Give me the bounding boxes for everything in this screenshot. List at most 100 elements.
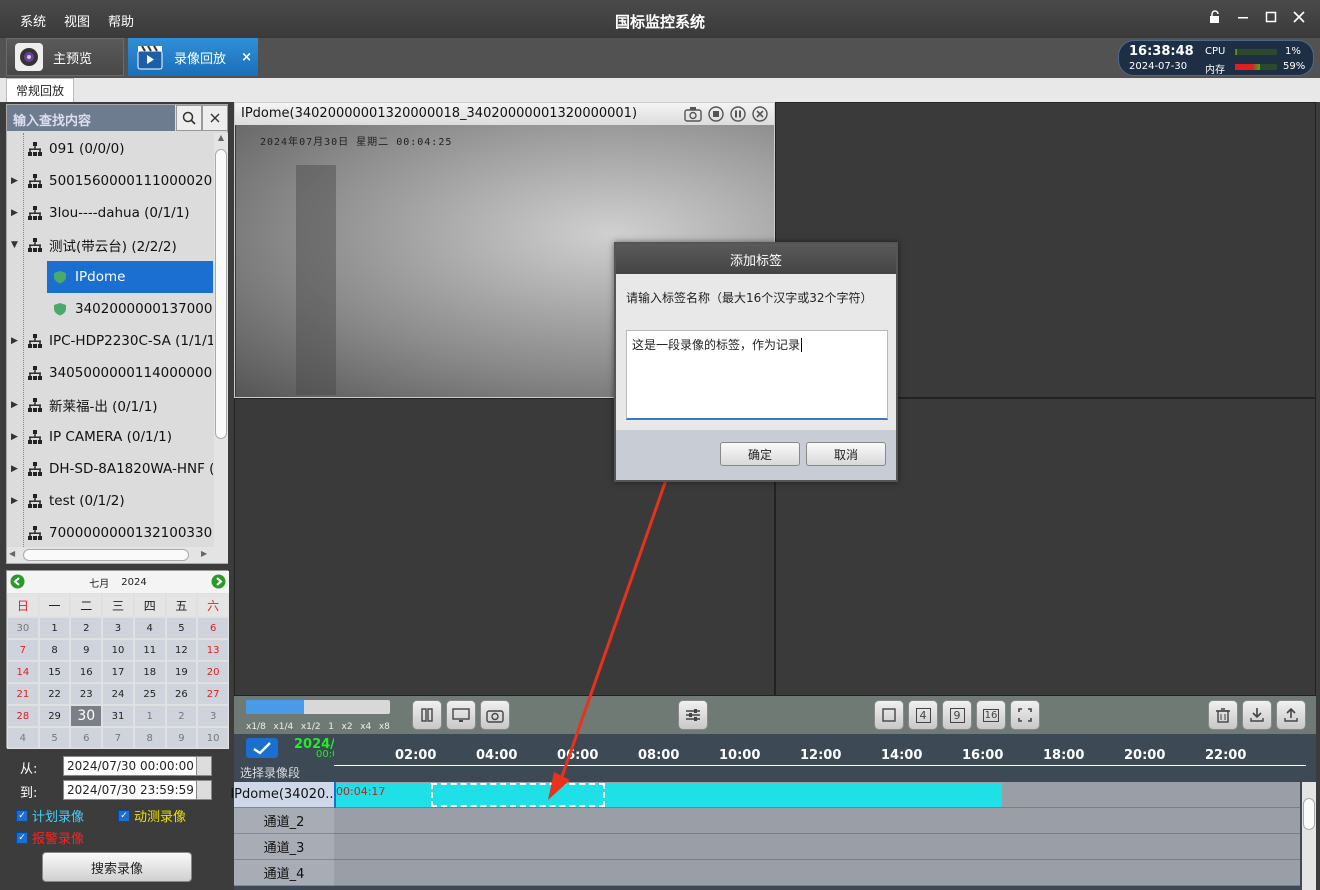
calendar-month[interactable]: 七月 [89, 575, 109, 590]
checkbox-scheduled[interactable]: ✓ 计划录像 [16, 806, 84, 825]
calendar-day[interactable]: 10 [102, 639, 134, 661]
calendar-day[interactable]: 27 [197, 683, 229, 705]
calendar-day[interactable]: 7 [102, 727, 134, 749]
tree-item[interactable]: ▶ DH-SD-8A1820WA-HNF (0 [11, 453, 213, 485]
timeline-row-label[interactable]: IPdome(34020... [230, 782, 338, 808]
settings-sliders-icon[interactable] [678, 700, 708, 730]
calendar-day[interactable]: 19 [165, 661, 198, 683]
calendar-day[interactable]: 5 [165, 617, 198, 639]
pause-icon[interactable] [730, 106, 746, 126]
fullscreen-icon[interactable] [1010, 700, 1040, 730]
calendar-day[interactable]: 5 [38, 727, 71, 749]
prev-month-icon[interactable] [10, 574, 25, 592]
calendar-day[interactable]: 16 [70, 661, 103, 683]
expand-arrow-icon[interactable]: ▼ [11, 240, 21, 250]
expand-arrow-icon[interactable]: ▶ [11, 176, 21, 186]
layout-16-icon[interactable]: 16 [976, 700, 1006, 730]
calendar-day[interactable]: 24 [102, 683, 134, 705]
calendar-day[interactable]: 15 [38, 661, 71, 683]
tree-item[interactable]: 34050000001140000001 [11, 357, 213, 389]
calendar-day[interactable]: 13 [197, 639, 229, 661]
calendar-day[interactable]: 3 [102, 617, 134, 639]
calendar-day[interactable]: 3 [197, 705, 229, 727]
search-input[interactable]: 输入查找内容 [7, 105, 175, 131]
calendar-day[interactable]: 18 [133, 661, 166, 683]
layout-1-icon[interactable] [874, 700, 904, 730]
scroll-right-icon[interactable]: ▶ [201, 549, 207, 558]
delete-icon[interactable] [1208, 700, 1238, 730]
calendar-day[interactable]: 14 [7, 661, 39, 683]
timeline-row-label[interactable]: 通道_2 [234, 808, 334, 834]
next-month-icon[interactable] [211, 574, 226, 592]
calendar-day[interactable]: 30 [7, 617, 39, 639]
calendar-year[interactable]: 2024 [121, 577, 146, 588]
expand-arrow-icon[interactable]: ▶ [11, 496, 21, 506]
calendar-day[interactable]: 30 [70, 705, 103, 727]
snapshot-icon[interactable] [684, 106, 702, 126]
close-window-button[interactable] [1292, 10, 1306, 28]
calendar-day[interactable]: 9 [70, 639, 103, 661]
from-date-field[interactable]: 2024/07/30 00:00:00 [63, 756, 211, 776]
layout-9-icon[interactable]: 9 [942, 700, 972, 730]
tree-item[interactable]: ▶ IPC-HDP2230C-SA (1/1/1) [11, 325, 213, 357]
checkbox-alarm[interactable]: ✓ 报警录像 [16, 828, 84, 847]
calendar-day[interactable]: 1 [38, 617, 71, 639]
calendar-day[interactable]: 7 [7, 639, 39, 661]
tree-scroll-thumb[interactable] [215, 149, 227, 439]
tab-regular-playback[interactable]: 常规回放 [6, 78, 74, 102]
to-spin-icon[interactable] [196, 780, 212, 800]
calendar-day[interactable]: 12 [165, 639, 198, 661]
timeline-row-track[interactable] [334, 808, 1300, 834]
search-recording-button[interactable]: 搜索录像 [42, 852, 192, 882]
ok-button[interactable]: 确定 [720, 442, 800, 466]
close-pane-icon[interactable] [752, 106, 768, 126]
camera-snapshot-icon[interactable] [480, 700, 510, 730]
tree-item[interactable]: 70000000001321003308 [11, 517, 213, 547]
calendar-day[interactable]: 2 [165, 705, 198, 727]
calendar-day[interactable]: 28 [7, 705, 39, 727]
tree-item[interactable]: 091 (0/0/0) [11, 133, 124, 165]
calendar-day[interactable]: 4 [133, 617, 166, 639]
clear-search-icon[interactable] [202, 105, 228, 131]
timeline-row-label[interactable]: 通道_3 [234, 834, 334, 860]
time-ruler[interactable]: 02:00 04:00 06:00 08:00 10:00 12:00 14:00 16:00… [334, 734, 1306, 766]
calendar-day[interactable]: 10 [197, 727, 229, 749]
download-icon[interactable] [1242, 700, 1272, 730]
checkbox-motion[interactable]: ✓ 动测录像 [118, 806, 186, 825]
tree-hscroll-thumb[interactable] [23, 549, 189, 561]
search-icon[interactable] [176, 105, 202, 131]
tree-item[interactable]: ▶ 50015600001110000200 [11, 165, 213, 197]
expand-arrow-icon[interactable]: ▶ [11, 400, 21, 410]
tree-item[interactable]: ▶ 新莱福-出 (0/1/1) [11, 389, 158, 421]
export-icon[interactable] [1276, 700, 1306, 730]
calendar-day[interactable]: 6 [197, 617, 229, 639]
tree-item[interactable]: ▼ 测试(带云台) (2/2/2) [11, 229, 177, 261]
calendar-day[interactable]: 29 [38, 705, 71, 727]
calendar-day[interactable]: 9 [165, 727, 198, 749]
calendar-day[interactable]: 17 [102, 661, 134, 683]
calendar-day[interactable]: 21 [7, 683, 39, 705]
scroll-left-icon[interactable]: ◀ [9, 549, 15, 558]
expand-arrow-icon[interactable]: ▶ [11, 208, 21, 218]
timeline-row-label[interactable]: 通道_4 [234, 860, 334, 886]
pause-all-icon[interactable] [412, 700, 442, 730]
calendar-day[interactable]: 20 [197, 661, 229, 683]
minimize-button[interactable] [1236, 10, 1250, 28]
timeline-scroll-thumb[interactable] [1303, 798, 1315, 830]
calendar-day[interactable]: 23 [70, 683, 103, 705]
tag-name-input[interactable]: 这是一段录像的标签，作为记录 [626, 330, 888, 420]
maximize-button[interactable] [1264, 10, 1278, 28]
calendar-day[interactable]: 31 [102, 705, 134, 727]
timeline-scrollbar[interactable] [1302, 782, 1316, 890]
from-spin-icon[interactable] [196, 756, 212, 776]
speed-slider[interactable] [246, 700, 390, 714]
calendar-day[interactable]: 1 [133, 705, 166, 727]
cancel-button[interactable]: 取消 [806, 442, 886, 466]
calendar-day[interactable]: 6 [70, 727, 103, 749]
playhead[interactable] [334, 782, 336, 808]
timeline-row-track[interactable]: 00:04:17 [334, 782, 1300, 808]
calendar-day[interactable]: 4 [7, 727, 39, 749]
expand-arrow-icon[interactable]: ▶ [11, 464, 21, 474]
tree-item[interactable]: ▶ test (0/1/2) [11, 485, 125, 517]
calendar-day[interactable]: 8 [133, 727, 166, 749]
